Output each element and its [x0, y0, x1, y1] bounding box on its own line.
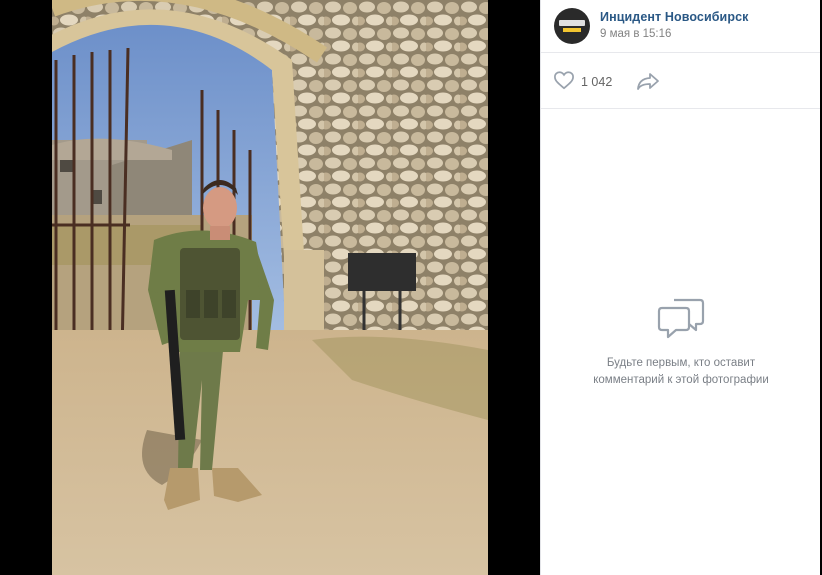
like-button[interactable]: 1 042 — [553, 71, 612, 93]
comments-empty-state: Будьте первым, кто оставит комментарий к… — [541, 295, 821, 389]
photo-viewer: Инцидент Новосибирск 9 мая в 15:16 1 042 — [0, 0, 822, 575]
post-actions: 1 042 — [541, 53, 821, 109]
comment-bubbles-icon — [656, 295, 706, 345]
post-date[interactable]: 9 мая в 15:16 — [600, 28, 671, 40]
author-name[interactable]: Инцидент Новосибирск — [600, 10, 748, 24]
share-button[interactable] — [636, 71, 660, 95]
heart-icon — [553, 70, 575, 94]
comments-empty-text: Будьте первым, кто оставит комментарий к… — [593, 357, 769, 386]
photo-area[interactable] — [0, 0, 540, 575]
photo-image — [52, 0, 488, 575]
like-count: 1 042 — [581, 75, 613, 89]
avatar[interactable] — [554, 8, 590, 44]
share-arrow-icon — [636, 73, 660, 95]
post-header: Инцидент Новосибирск 9 мая в 15:16 — [541, 0, 821, 53]
avatar-logo-text — [559, 20, 585, 26]
avatar-logo-bar — [563, 28, 581, 32]
post-sidebar: Инцидент Новосибирск 9 мая в 15:16 1 042 — [540, 0, 821, 575]
photo[interactable] — [52, 0, 488, 575]
